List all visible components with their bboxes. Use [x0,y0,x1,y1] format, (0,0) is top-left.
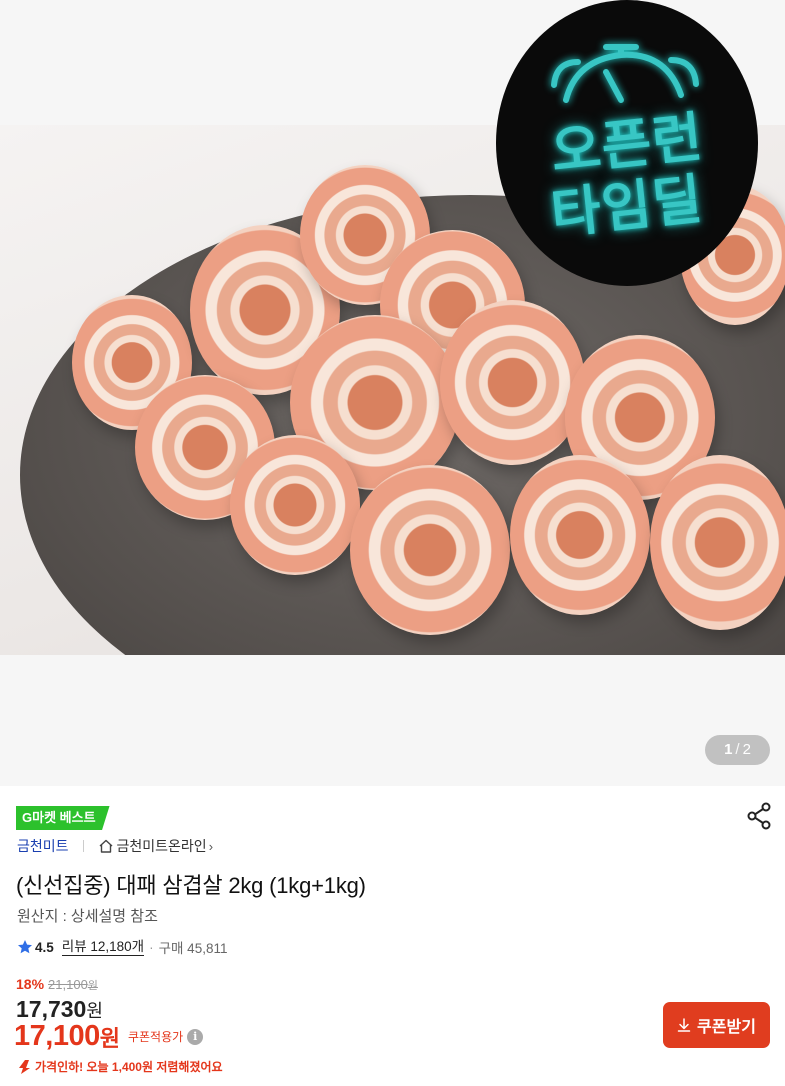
gmarket-best-tag: G마켓 베스트 [16,806,110,830]
home-icon [99,839,113,853]
pager-total: 2 [742,741,751,758]
pager-current: 1 [724,741,733,758]
origin-info: 원산지 : 상세설명 참조 [17,908,158,925]
coupon-price-label: 쿠폰적용가 [127,1030,184,1044]
arrow-down-icon [19,1059,30,1074]
seller-row: 금천미트 금천미트온라인 › [17,836,213,856]
seller-name-link[interactable]: 금천미트 [17,836,69,856]
open-run-timedeal-badge: 오픈런 타임딜 [496,0,758,286]
store-link-label: 금천미트온라인 [116,838,207,854]
pager-separator: / [735,741,740,758]
pork-roll [440,300,585,465]
discount-rate: 18% [16,976,45,992]
download-icon [677,1018,691,1032]
discount-row: 18% 21,100원 [16,976,98,993]
original-price-value: 21,100 [48,977,88,992]
pork-roll [230,435,360,575]
info-icon[interactable]: i [187,1028,204,1045]
pork-roll [510,455,650,615]
share-icon[interactable] [746,802,772,830]
separator-dot: · [149,939,154,955]
image-pager: 1/2 [705,735,770,765]
sale-price-unit: 원 [86,1001,103,1021]
pork-roll [350,465,510,635]
purchase-count: 구매 45,811 [158,941,228,956]
price-drop-strong: 가격인하! [35,1060,84,1074]
review-count-link[interactable]: 리뷰 12,180개 [61,939,145,956]
price-drop-text: 오늘 1,400원 저렴해졌어요 [86,1060,223,1074]
rating-row: 4.5 리뷰 12,180개 · 구매 45,811 [17,937,227,957]
coupon-price-row: 17,100 원 쿠폰적용가 i [14,1020,204,1053]
product-title: (신선집중) 대패 삼겹살 2kg (1kg+1kg) [16,873,366,898]
original-price-unit: 원 [87,980,98,992]
get-coupon-button[interactable]: 쿠폰받기 [663,1002,770,1048]
chevron-right-icon: › [208,838,214,854]
star-icon [18,940,32,954]
price-drop-notice: 가격인하! 오늘 1,400원 저렴해졌어요 [17,1058,223,1075]
coupon-price-value: 17,100 [14,1020,100,1052]
divider [82,840,84,852]
rating-value: 4.5 [35,939,54,955]
store-link[interactable]: 금천미트온라인 › [98,836,214,856]
original-price: 21,100원 [48,977,98,993]
coupon-price-unit: 원 [99,1025,120,1051]
sale-price: 17,730원 [16,996,103,1023]
pork-roll [650,455,785,630]
product-image-gallery[interactable]: 오픈런 타임딜 1/2 [0,0,785,786]
get-coupon-label: 쿠폰받기 [697,1019,756,1036]
sale-price-value: 17,730 [16,996,87,1022]
